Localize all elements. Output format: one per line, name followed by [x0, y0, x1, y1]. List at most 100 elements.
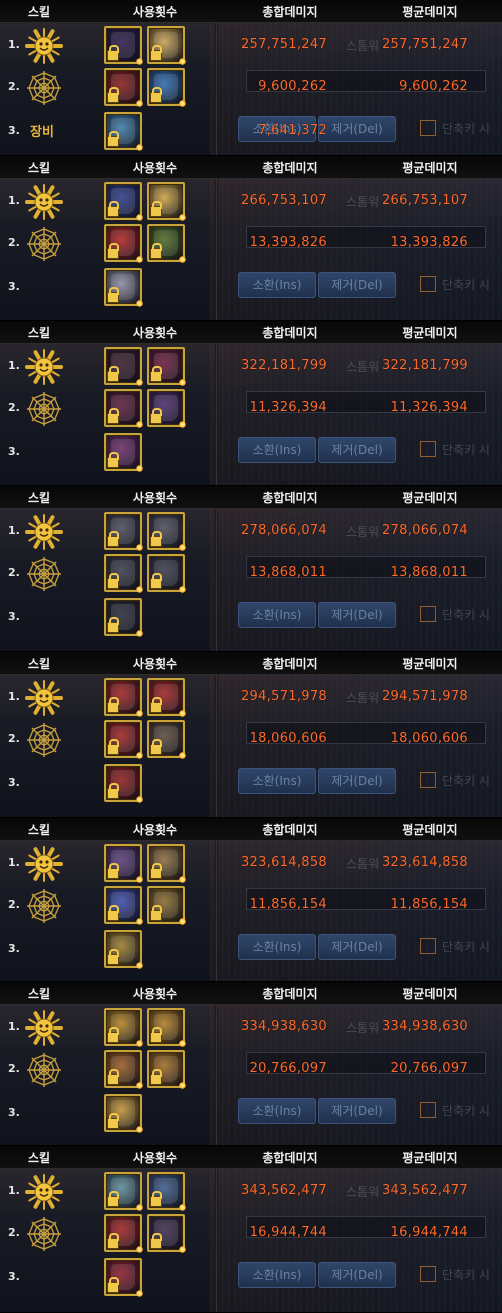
row-number: 3. [8, 942, 20, 955]
lock-icon [107, 408, 119, 424]
skill-icon[interactable] [147, 1172, 186, 1211]
average-damage-value: 13,868,011 [390, 565, 468, 580]
web-emblem-icon [24, 1051, 64, 1089]
skill-icon[interactable] [104, 433, 143, 472]
table-row: 1. 294,571,978 294,571,978 [0, 677, 502, 719]
average-damage-value: 323,614,858 [381, 855, 468, 870]
skill-icon[interactable] [147, 512, 186, 551]
total-damage-value: 334,938,630 [240, 1019, 327, 1034]
skill-icon[interactable] [147, 886, 186, 925]
skill-icon[interactable] [104, 1050, 143, 1089]
table-row: 2. 13,393,826 13,393,826 [0, 223, 502, 265]
row-number: 3. [8, 280, 20, 293]
sparkle-icon [136, 214, 143, 221]
sparkle-icon [136, 1082, 143, 1089]
sparkle-icon [136, 1246, 143, 1253]
total-damage-value: 11,326,394 [249, 400, 327, 415]
skill-icon[interactable] [147, 720, 186, 759]
average-damage-value: 294,571,978 [381, 689, 468, 704]
average-damage-value: 322,181,799 [381, 358, 468, 373]
sparkle-icon [179, 586, 186, 593]
sparkle-icon [136, 1126, 143, 1133]
skill-icon[interactable] [147, 224, 186, 263]
header-skill: 스킬 [27, 987, 51, 1001]
table-row: 1. 323,614,858 323,614,858 [0, 843, 502, 885]
skill-icon[interactable] [147, 389, 186, 428]
skill-icon[interactable] [104, 512, 143, 551]
total-damage-value: 16,944,744 [249, 1225, 327, 1240]
skill-icon[interactable] [147, 844, 186, 883]
table-row: 1. 343,562,477 343,562,477 [0, 1171, 502, 1213]
lock-icon [150, 243, 162, 259]
skill-icon[interactable] [104, 26, 143, 65]
lock-icon [150, 573, 162, 589]
skill-icon[interactable] [104, 764, 143, 803]
total-damage-value: 9,600,262 [258, 79, 327, 94]
skill-icon[interactable] [104, 886, 143, 925]
sparkle-icon [179, 1082, 186, 1089]
damage-panel: 스톰워상소환(Ins)제거(Del)단축키 시스킬사용횟수총합데미지평균데미지1… [0, 1146, 502, 1313]
average-damage-value: 257,751,247 [381, 37, 468, 52]
average-damage-value: 18,060,606 [390, 731, 468, 746]
lock-icon [107, 905, 119, 921]
table-header: 스킬 사용횟수 총합데미지 평균데미지 [0, 652, 502, 675]
skill-icon[interactable] [147, 1050, 186, 1089]
skill-icon[interactable] [104, 598, 143, 637]
skill-icon[interactable] [147, 1214, 186, 1253]
sparkle-icon [179, 1040, 186, 1047]
skill-icon[interactable] [104, 1172, 143, 1211]
skill-icon[interactable] [104, 224, 143, 263]
skill-icon[interactable] [104, 678, 143, 717]
sun-emblem-icon [24, 27, 64, 65]
header-uses: 사용횟수 [132, 326, 178, 340]
skill-icon[interactable] [104, 554, 143, 593]
total-damage-value: 343,562,477 [240, 1183, 327, 1198]
header-average-damage: 평균데미지 [402, 657, 458, 671]
table-row: 2. 9,600,262 9,600,262 [0, 67, 502, 109]
sparkle-icon [136, 144, 143, 151]
damage-panel: 스톰워상소환(Ins)제거(Del)단축키 시스킬사용횟수총합데미지평균데미지1… [0, 0, 502, 156]
skill-icon[interactable] [104, 112, 143, 151]
sun-emblem-icon [24, 513, 64, 551]
damage-panel: 스톰워상소환(Ins)제거(Del)단축키 시스킬사용횟수총합데미지평균데미지1… [0, 156, 502, 321]
skill-icon[interactable] [147, 26, 186, 65]
header-average-damage: 평균데미지 [402, 1151, 458, 1165]
skill-icon[interactable] [147, 182, 186, 221]
skill-icon[interactable] [147, 678, 186, 717]
sparkle-icon [179, 256, 186, 263]
skill-icon[interactable] [104, 720, 143, 759]
skill-icon[interactable] [104, 1008, 143, 1047]
skill-icon[interactable] [104, 1258, 143, 1297]
skill-icon[interactable] [147, 1008, 186, 1047]
total-damage-value: 322,181,799 [240, 358, 327, 373]
lock-icon [107, 1113, 119, 1129]
skill-icon[interactable] [104, 930, 143, 969]
table-header: 스킬 사용횟수 총합데미지 평균데미지 [0, 818, 502, 841]
average-damage-value: 278,066,074 [381, 523, 468, 538]
sparkle-icon [136, 1290, 143, 1297]
skill-icon[interactable] [104, 347, 143, 386]
skill-icon[interactable] [147, 68, 186, 107]
skill-icon[interactable] [104, 182, 143, 221]
lock-icon [150, 366, 162, 382]
sparkle-icon [136, 876, 143, 883]
average-damage-value: 13,393,826 [390, 235, 468, 250]
header-total-damage: 총합데미지 [262, 987, 318, 1001]
web-emblem-icon [24, 555, 64, 593]
skill-icon[interactable] [104, 389, 143, 428]
skill-icon[interactable] [104, 844, 143, 883]
web-emblem-icon [24, 1215, 64, 1253]
header-total-damage: 총합데미지 [262, 161, 318, 175]
sparkle-icon [136, 256, 143, 263]
skill-icon[interactable] [104, 1094, 143, 1133]
skill-icon[interactable] [104, 68, 143, 107]
skill-icon[interactable] [147, 554, 186, 593]
sparkle-icon [136, 1040, 143, 1047]
skill-icon[interactable] [104, 1214, 143, 1253]
table-row: 2. 13,868,011 13,868,011 [0, 553, 502, 595]
damage-panel: 스톰워상소환(Ins)제거(Del)단축키 시스킬사용횟수총합데미지평균데미지1… [0, 818, 502, 982]
skill-icon[interactable] [147, 347, 186, 386]
sparkle-icon [136, 100, 143, 107]
skill-icon[interactable] [104, 268, 143, 307]
sparkle-icon [179, 1204, 186, 1211]
